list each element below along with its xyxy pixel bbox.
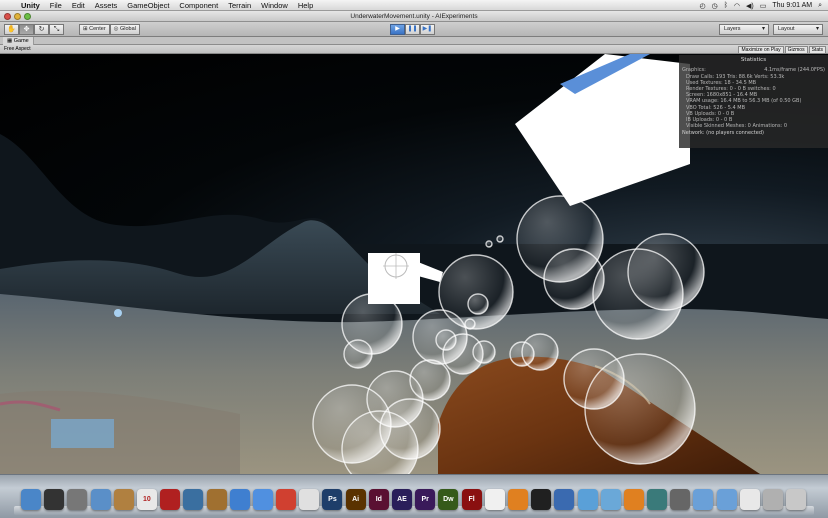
menu-assets[interactable]: Assets bbox=[90, 1, 123, 10]
chrome-icon[interactable] bbox=[276, 489, 297, 510]
documents-folder-icon[interactable] bbox=[716, 489, 737, 510]
move-tool-icon[interactable]: ✥ bbox=[19, 24, 34, 35]
photobooth-icon[interactable] bbox=[160, 489, 181, 510]
window-title: UnderwaterMovement.unity - AIExperiments bbox=[350, 13, 478, 20]
activity-monitor-icon[interactable] bbox=[44, 489, 65, 510]
maximize-on-play-toggle[interactable]: Maximize on Play bbox=[738, 46, 784, 54]
rotate-tool-icon[interactable]: ↻ bbox=[34, 24, 49, 35]
applications-folder-icon[interactable] bbox=[693, 489, 714, 510]
stats-line: Visible Skinned Meshes: 0 Animations: 0 bbox=[686, 123, 787, 130]
gizmos-toggle[interactable]: Gizmos bbox=[784, 46, 808, 54]
step-button[interactable]: ▶❚ bbox=[420, 24, 435, 35]
dreamweaver-icon[interactable]: Dw bbox=[438, 489, 459, 510]
indesign-icon[interactable]: Id bbox=[368, 489, 389, 510]
clock-status-icon[interactable]: ◷ bbox=[712, 2, 718, 10]
stats-network: Network: (no players connected) bbox=[682, 130, 764, 137]
trash-icon[interactable] bbox=[786, 489, 807, 510]
tab-game-label: Game bbox=[13, 38, 29, 44]
camera-icon[interactable] bbox=[670, 489, 691, 510]
game-view-toolbar: Free Aspect Maximize on Play Gizmos Stat… bbox=[0, 45, 828, 54]
calendar-icon[interactable]: 10 bbox=[136, 489, 157, 510]
system-preferences-icon[interactable] bbox=[67, 489, 88, 510]
menu-bar: Unity File Edit Assets GameObject Compon… bbox=[0, 0, 828, 11]
pdf-icon[interactable] bbox=[739, 489, 760, 510]
statistics-panel: Statistics Graphics: 4.1ms/frame (244.0F… bbox=[679, 55, 828, 148]
tab-game[interactable]: ▦ Game bbox=[3, 37, 34, 45]
menu-app-unity[interactable]: Unity bbox=[16, 1, 45, 10]
menu-terrain[interactable]: Terrain bbox=[223, 1, 256, 10]
bluetooth-icon[interactable]: ᛒ bbox=[724, 2, 728, 9]
sync-icon[interactable]: ◴ bbox=[700, 2, 706, 10]
iphoto-icon[interactable] bbox=[183, 489, 204, 510]
unity-icon[interactable] bbox=[484, 489, 505, 510]
ichat-icon[interactable] bbox=[252, 489, 273, 510]
pivot-center-label: Center bbox=[89, 26, 106, 32]
vlc-icon[interactable] bbox=[623, 489, 644, 510]
menu-window[interactable]: Window bbox=[256, 1, 293, 10]
menu-file[interactable]: File bbox=[45, 1, 67, 10]
scale-tool-icon[interactable]: ⤡ bbox=[49, 24, 64, 35]
zoom-window-icon[interactable] bbox=[24, 13, 31, 20]
game-viewport[interactable]: Statistics Graphics: 4.1ms/frame (244.0F… bbox=[0, 54, 828, 474]
play-controls: ▶ ❚❚ ▶❚ bbox=[390, 24, 435, 35]
downloads-icon[interactable] bbox=[763, 489, 783, 510]
finder-icon[interactable] bbox=[21, 489, 41, 510]
blender-icon[interactable] bbox=[507, 489, 528, 510]
pause-button[interactable]: ❚❚ bbox=[405, 24, 420, 35]
spotlight-search-icon[interactable]: ⌕ bbox=[818, 2, 822, 10]
menu-help[interactable]: Help bbox=[293, 1, 318, 10]
game-tab-bar: ▦ Game bbox=[0, 37, 828, 45]
game-view-options: Maximize on Play Gizmos Stats bbox=[738, 46, 826, 54]
terminal-icon[interactable] bbox=[531, 489, 552, 510]
close-window-icon[interactable] bbox=[4, 13, 11, 20]
stats-fps: 4.1ms/frame (244.0FPS) bbox=[764, 67, 825, 73]
xcode-icon[interactable] bbox=[554, 489, 575, 510]
pivot-center-button[interactable]: ⊞ Center bbox=[79, 24, 110, 35]
pivot-global-label: Global bbox=[119, 26, 136, 32]
unity-toolbar: ✋ ✥ ↻ ⤡ ⊞ Center ◎ Global ▶ ❚❚ ▶❚ Layers… bbox=[0, 22, 828, 37]
menu-component[interactable]: Component bbox=[174, 1, 223, 10]
textedit-icon[interactable] bbox=[299, 489, 320, 510]
garageband-icon[interactable] bbox=[206, 489, 227, 510]
menu-gameobject[interactable]: GameObject bbox=[122, 1, 174, 10]
window-title-bar: UnderwaterMovement.unity - AIExperiments bbox=[0, 11, 828, 22]
menu-extras: ◴ ◷ ᛒ ◠ ◀) ▭ Thu 9:01 AM ⌕ bbox=[700, 0, 823, 11]
mac-dock: 10 Ps Ai Id AE Pr Dw Fl bbox=[0, 474, 828, 518]
photoshop-icon[interactable]: Ps bbox=[322, 489, 343, 510]
menu-edit[interactable]: Edit bbox=[67, 1, 90, 10]
pivot-global-button[interactable]: ◎ Global bbox=[109, 24, 140, 35]
menu-clock[interactable]: Thu 9:01 AM bbox=[772, 2, 812, 9]
itunes-icon[interactable] bbox=[229, 489, 250, 510]
window-controls bbox=[4, 13, 31, 20]
layout-label: Layout bbox=[778, 26, 795, 32]
pivot-controls: ⊞ Center ◎ Global bbox=[79, 24, 140, 35]
battery-icon[interactable]: ▭ bbox=[760, 2, 767, 10]
hud-panel bbox=[51, 419, 114, 448]
flash-icon[interactable]: Fl bbox=[461, 489, 482, 510]
book-icon[interactable] bbox=[113, 489, 134, 510]
stats-graphics-label: Graphics: bbox=[682, 67, 706, 73]
transform-tools: ✋ ✥ ↻ ⤡ bbox=[4, 24, 64, 35]
hand-tool-icon[interactable]: ✋ bbox=[4, 24, 19, 35]
illustrator-icon[interactable]: Ai bbox=[345, 489, 366, 510]
glowing-orb bbox=[114, 309, 122, 317]
aftereffects-icon[interactable]: AE bbox=[392, 489, 412, 510]
utility-icon[interactable] bbox=[600, 489, 621, 510]
network-icon[interactable] bbox=[577, 489, 598, 510]
wifi-icon[interactable]: ◠ bbox=[734, 2, 740, 10]
premiere-icon[interactable]: Pr bbox=[415, 489, 436, 510]
minimize-window-icon[interactable] bbox=[14, 13, 21, 20]
stats-toggle[interactable]: Stats bbox=[808, 46, 826, 54]
layers-dropdown[interactable]: Layers bbox=[719, 24, 769, 35]
play-button[interactable]: ▶ bbox=[390, 24, 405, 35]
volume-icon[interactable]: ◀) bbox=[746, 2, 754, 10]
stats-title: Statistics bbox=[740, 57, 767, 63]
dock-icons: 10 Ps Ai Id AE Pr Dw Fl bbox=[21, 489, 807, 510]
layers-label: Layers bbox=[724, 26, 741, 32]
aspect-dropdown[interactable]: Free Aspect bbox=[4, 45, 31, 54]
time-machine-icon[interactable] bbox=[647, 489, 668, 510]
layout-dropdown[interactable]: Layout bbox=[773, 24, 823, 35]
preview-icon[interactable] bbox=[90, 489, 111, 510]
